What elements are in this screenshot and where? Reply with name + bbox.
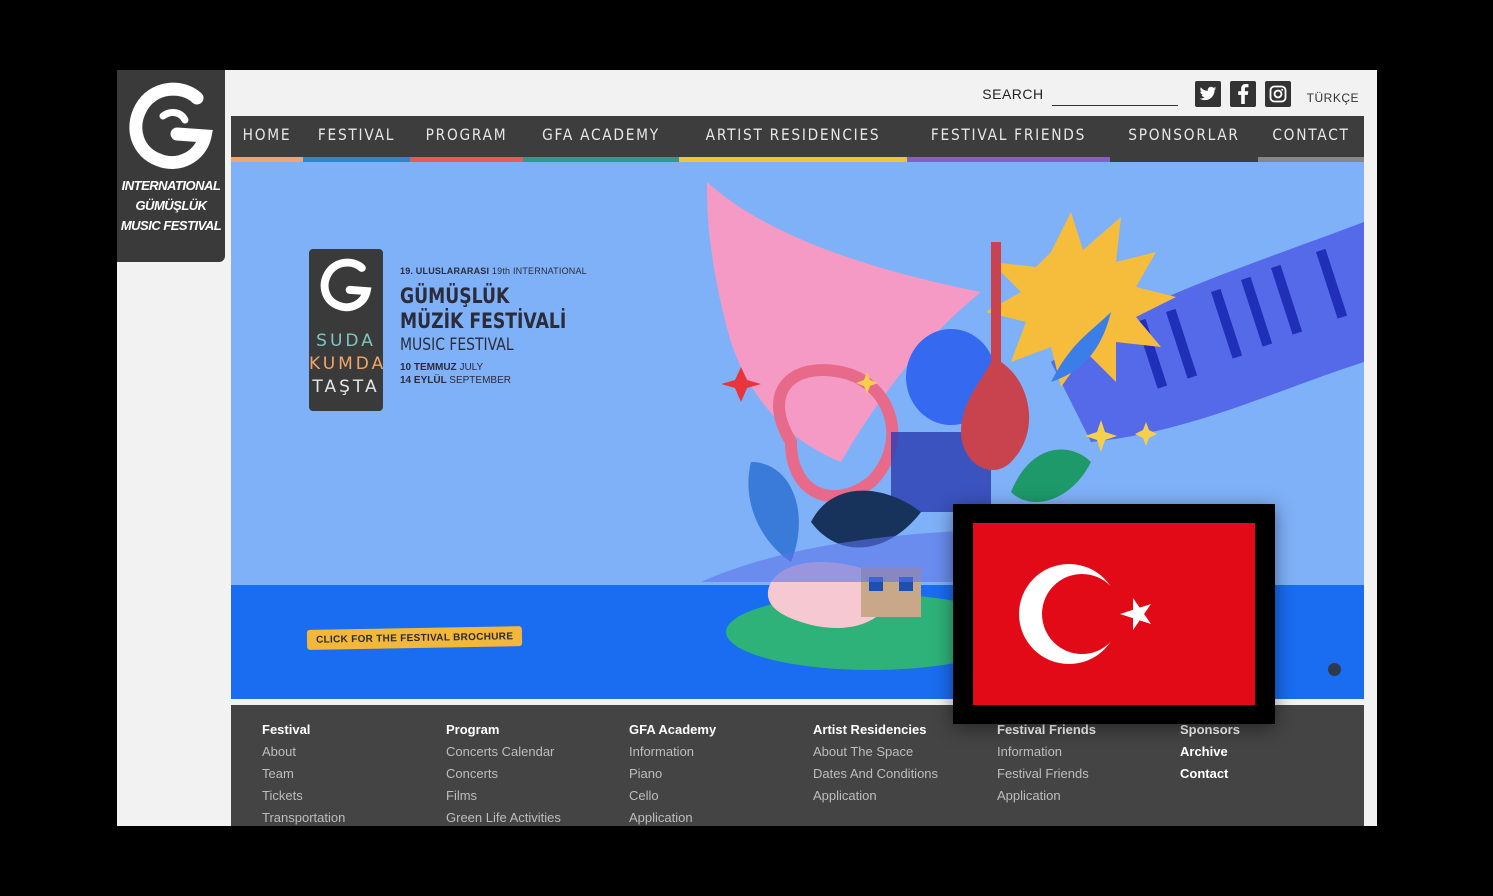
nav-contact[interactable]: CONTACT xyxy=(1258,116,1364,162)
footer-link[interactable]: Green Life Activities xyxy=(446,807,621,826)
nav-sponsorlar-label: SPONSORLAR xyxy=(1128,125,1240,144)
footer-link[interactable]: Team xyxy=(262,763,437,785)
hero-text: 19. ULUSLARARASI 19th INTERNATIONAL GÜMÜ… xyxy=(400,266,603,386)
footer-link[interactable]: Information xyxy=(629,741,804,763)
nav-gfa-academy[interactable]: GFA ACADEMY xyxy=(523,116,679,162)
footer-col-program: Program Concerts Calendar Concerts Films… xyxy=(446,719,621,826)
nav-gfa-academy-label: GFA ACADEMY xyxy=(542,125,660,144)
date-end-en: SEPTEMBER xyxy=(449,375,511,386)
nav-sponsorlar[interactable]: SPONSORLAR xyxy=(1110,116,1258,162)
date-start-en: JULY xyxy=(459,362,484,373)
language-flag-popup[interactable] xyxy=(953,504,1275,724)
footer-link[interactable]: Application xyxy=(997,785,1172,807)
footer-col-artist-residencies: Artist Residencies About The Space Dates… xyxy=(813,719,988,807)
edition-tr: 19. ULUSLARARASI xyxy=(400,266,490,276)
g-logo-mark-icon xyxy=(129,82,213,169)
twitter-icon[interactable] xyxy=(1194,81,1221,107)
title-gumusluk: GÜMÜŞLÜK xyxy=(400,284,510,308)
footer-link[interactable]: About The Space xyxy=(813,741,988,763)
footer-link[interactable]: Tickets xyxy=(262,785,437,807)
badge-word-tasta: TAŞTA xyxy=(312,377,380,397)
language-switch[interactable]: TÜRKÇE xyxy=(1307,91,1359,105)
footer-link[interactable]: Concerts Calendar xyxy=(446,741,621,763)
nav-home[interactable]: HOME xyxy=(231,116,303,162)
footer-col-festival: Festival About Team Tickets Transportati… xyxy=(262,719,437,826)
nav-program-label: PROGRAM xyxy=(425,125,508,144)
title-muzik-festivali: MÜZİK FESTİVALİ xyxy=(400,309,567,333)
brochure-button[interactable]: CLICK FOR THE FESTIVAL BROCHURE xyxy=(306,626,523,650)
website-page: INTERNATIONAL GÜMÜŞLÜK MUSIC FESTIVAL SE… xyxy=(117,70,1377,826)
footer-col-gfa-academy: GFA Academy Information Piano Cello Appl… xyxy=(629,719,804,826)
nav-artist-residencies[interactable]: ARTIST RESIDENCIES xyxy=(679,116,907,162)
nav-program[interactable]: PROGRAM xyxy=(410,116,523,162)
footer-link[interactable]: Transportation xyxy=(262,807,437,826)
footer-link-contact[interactable]: Contact xyxy=(1180,763,1355,785)
footer-link[interactable]: Information xyxy=(997,741,1172,763)
date-end: 14 EYLÜL xyxy=(400,375,447,386)
footer-head[interactable]: Program xyxy=(446,719,621,741)
instagram-icon[interactable] xyxy=(1264,81,1291,107)
footer-link[interactable]: Application xyxy=(629,807,804,826)
badge-word-kumda: KUMDA xyxy=(309,354,387,374)
slider-dot[interactable] xyxy=(1328,663,1341,676)
footer-link[interactable]: Films xyxy=(446,785,621,807)
nav-festival-label: FESTIVAL xyxy=(317,125,396,144)
footer-head[interactable]: Festival xyxy=(262,719,437,741)
main-nav: HOME FESTIVAL PROGRAM GFA ACADEMY ARTIST… xyxy=(231,116,1364,162)
search-input[interactable] xyxy=(1051,82,1178,106)
festival-badge: SUDA KUMDA TAŞTA xyxy=(309,249,383,411)
footer-link[interactable]: Application xyxy=(813,785,988,807)
g-logo-mark-small-icon xyxy=(320,258,372,312)
edition-en: 19th INTERNATIONAL xyxy=(491,266,587,276)
logo-line-2: GÜMÜŞLÜK xyxy=(135,198,207,213)
logo-line-1: INTERNATIONAL xyxy=(121,178,221,193)
footer-link[interactable]: Piano xyxy=(629,763,804,785)
search-label: SEARCH xyxy=(982,86,1044,102)
footer-col-festival-friends: Festival Friends Information Festival Fr… xyxy=(997,719,1172,807)
nav-contact-label: CONTACT xyxy=(1272,125,1350,144)
badge-word-suda: SUDA xyxy=(316,331,376,351)
footer-link-archive[interactable]: Archive xyxy=(1180,741,1355,763)
turkey-flag-icon xyxy=(973,523,1255,705)
footer-link[interactable]: Dates And Conditions xyxy=(813,763,988,785)
footer-link[interactable]: Concerts xyxy=(446,763,621,785)
site-logo[interactable]: INTERNATIONAL GÜMÜŞLÜK MUSIC FESTIVAL xyxy=(117,70,225,262)
nav-festival[interactable]: FESTIVAL xyxy=(303,116,410,162)
date-start: 10 TEMMUZ xyxy=(400,362,457,373)
footer-link[interactable]: About xyxy=(262,741,437,763)
footer-link[interactable]: Cello xyxy=(629,785,804,807)
facebook-icon[interactable] xyxy=(1229,81,1256,107)
nav-festival-friends-label: FESTIVAL FRIENDS xyxy=(930,125,1087,144)
footer-col-sponsors: Sponsors Archive Contact xyxy=(1180,719,1355,785)
nav-artist-residencies-label: ARTIST RESIDENCIES xyxy=(705,125,881,144)
footer-head[interactable]: GFA Academy xyxy=(629,719,804,741)
footer-link[interactable]: Festival Friends xyxy=(997,763,1172,785)
nav-festival-friends[interactable]: FESTIVAL FRIENDS xyxy=(907,116,1110,162)
nav-home-label: HOME xyxy=(242,125,292,144)
top-bar: SEARCH TÜRKÇE xyxy=(982,78,1359,110)
logo-line-3: MUSIC FESTIVAL xyxy=(120,218,222,233)
title-music-festival: MUSIC FESTIVAL xyxy=(400,335,514,355)
